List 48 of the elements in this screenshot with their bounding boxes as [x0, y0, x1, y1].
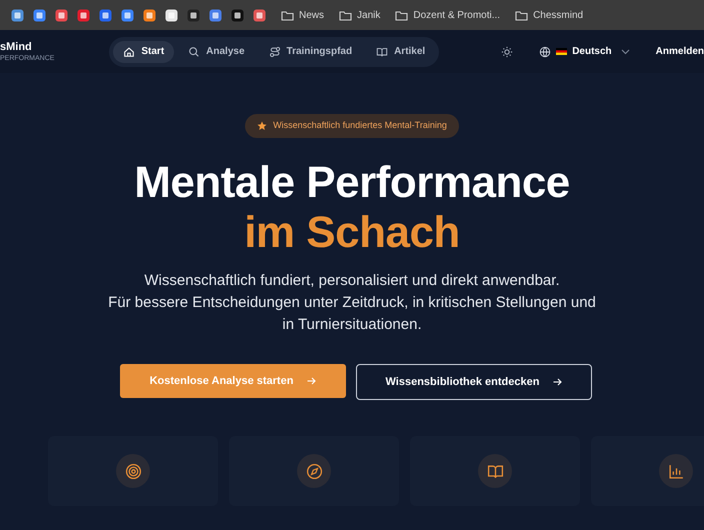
book-icon: [478, 454, 512, 488]
bookmark-icon[interactable]: [99, 8, 112, 22]
folder-icon: [395, 10, 408, 20]
book-icon: [376, 46, 388, 58]
globe-icon: [539, 46, 552, 58]
sun-icon: [501, 46, 514, 58]
home-icon: [123, 46, 136, 58]
bookmark-icon[interactable]: [11, 8, 24, 22]
bookmark-icon[interactable]: [55, 8, 68, 22]
bookmark-folder[interactable]: Janik: [339, 8, 380, 22]
logo-text[interactable]: sMind: [0, 42, 110, 52]
arrow-right-icon: [553, 378, 562, 386]
flag-icon: [556, 48, 568, 55]
login-link[interactable]: Anmelden: [656, 44, 704, 59]
chevron-down-icon: [620, 48, 630, 54]
folder-icon: [281, 10, 294, 20]
bookmark-icon[interactable]: [77, 8, 90, 22]
bookmark-folder[interactable]: Chessmind: [515, 8, 584, 22]
hero-description: Wissenschaftlich fundiert, personalisiert und direkt anwendbar. Für bessere Entscheidungen unter Zeitdruck, in kritischen Stellungen und in Turniersituationen.: [108, 271, 596, 335]
nav-tab[interactable]: Analyse: [178, 40, 255, 62]
bookmark-icon[interactable]: [253, 8, 266, 22]
bookmark-icon[interactable]: [187, 8, 200, 22]
nav-tab[interactable]: Trainingspfad: [258, 40, 362, 62]
arrow-right-icon: [307, 377, 316, 385]
nav-tab[interactable]: Artikel: [366, 40, 436, 62]
route-icon: [268, 46, 281, 58]
bookmark-icon[interactable]: [209, 8, 222, 22]
language-select[interactable]: Deutsch: [539, 44, 630, 59]
star-icon: [257, 121, 268, 131]
search-icon: [188, 46, 200, 58]
bar-chart-icon: [659, 454, 693, 488]
tagline-badge: Wissenschaftlich fundiertes Mental-Training: [245, 114, 459, 138]
nav-tab[interactable]: Start: [113, 40, 174, 62]
folder-icon: [515, 10, 528, 20]
bookmark-icon[interactable]: [231, 8, 244, 22]
bookmark-folder[interactable]: News: [281, 8, 324, 22]
bookmark-icon[interactable]: [143, 8, 156, 22]
bookmark-folder[interactable]: Dozent & Promoti...: [395, 8, 500, 22]
compass-icon: [297, 454, 331, 488]
bookmark-icon[interactable]: [165, 8, 178, 22]
folder-icon: [339, 10, 352, 20]
bookmark-icon[interactable]: [121, 8, 134, 22]
bookmark-icon[interactable]: [33, 8, 46, 22]
library-button[interactable]: Wissensbibliothek entdecken: [356, 364, 592, 400]
hero-title-accent: im Schach: [244, 208, 460, 258]
hero-title: Mentale Performance: [134, 158, 570, 208]
theme-toggle[interactable]: [501, 46, 514, 58]
target-icon: [116, 454, 150, 488]
